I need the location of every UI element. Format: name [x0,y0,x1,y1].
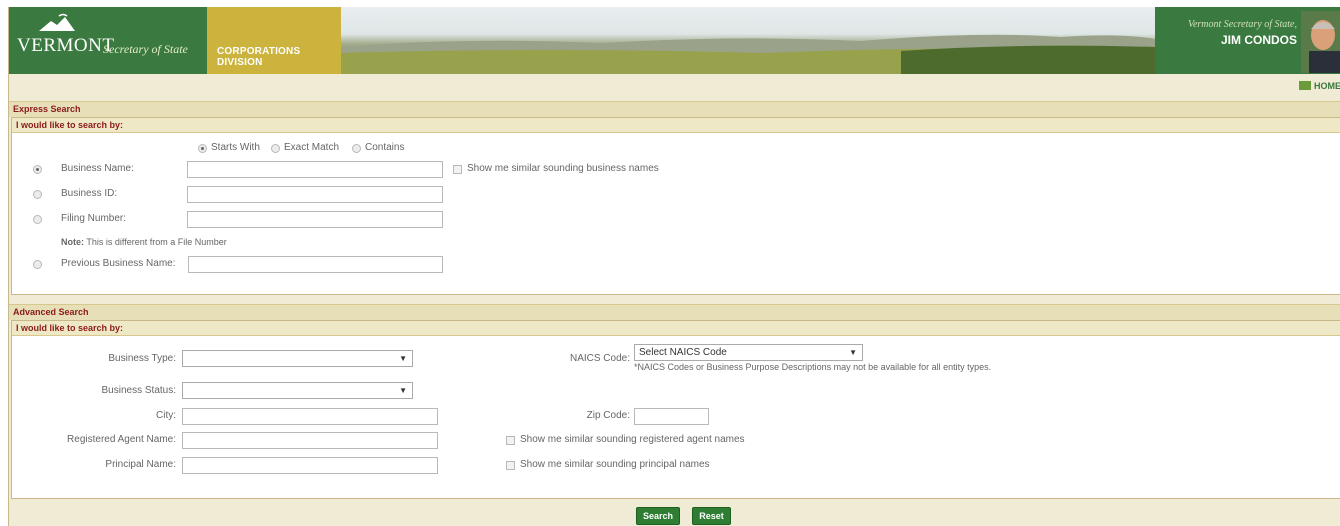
reset-button[interactable]: Reset [692,507,731,525]
similar-business-checkbox[interactable] [453,165,462,174]
naics-note: *NAICS Codes or Business Purpose Descrip… [634,362,992,372]
chevron-down-icon: ▼ [399,386,407,395]
naics-label: NAICS Code: [569,353,630,364]
official-panel: Vermont Secretary of State, JIM CONDOS [1155,7,1340,74]
similar-principal-label: Show me similar sounding principal names [520,459,710,470]
mountain-logo-icon [39,13,75,31]
business-name-radio[interactable] [33,165,42,174]
naics-select[interactable]: Select NAICS Code ▼ [634,344,863,361]
vermont-brand[interactable]: VERMONT Secretary of State [9,7,207,74]
starts-with-radio[interactable] [198,144,207,153]
express-search-title: Express Search [9,101,1340,117]
city-label: City: [156,410,176,421]
note-bold: Note: [61,237,84,247]
previous-name-radio[interactable] [33,260,42,269]
nav-bar: HOME [9,74,1340,96]
business-id-radio[interactable] [33,190,42,199]
similar-agent-label: Show me similar sounding registered agen… [520,434,745,445]
search-button[interactable]: Search [636,507,680,525]
exact-match-label: Exact Match [284,142,340,153]
advanced-search-panel: I would like to search by: Business Type… [11,320,1340,499]
business-type-select[interactable]: ▼ [182,350,413,367]
business-id-input[interactable] [187,186,443,203]
business-id-label: Business ID: [61,188,118,199]
official-role: Vermont Secretary of State, [1187,19,1297,30]
business-status-select[interactable]: ▼ [182,382,413,399]
division-label: CORPORATIONS DIVISION [217,46,301,68]
starts-with-label: Starts With [211,142,260,153]
principal-name-label: Principal Name: [105,459,176,470]
header-banner: VERMONT Secretary of State CORPORATIONS … [9,7,1340,74]
previous-name-input[interactable] [188,256,443,273]
home-icon [1299,81,1311,90]
express-subtitle: I would like to search by: [12,118,1340,133]
city-input[interactable] [182,408,438,425]
official-name: JIM CONDOS [1220,33,1297,47]
express-search-panel: I would like to search by: Starts With E… [11,117,1340,295]
note-text: This is different from a File Number [86,237,227,247]
zip-code-input[interactable] [634,408,709,425]
similar-principal-checkbox[interactable] [506,461,515,470]
business-type-label: Business Type: [108,353,176,364]
advanced-search-title: Advanced Search [9,304,1340,320]
similar-business-label: Show me similar sounding business names [467,163,659,174]
agent-name-input[interactable] [182,432,438,449]
contains-label: Contains [365,142,405,153]
division-tab[interactable]: CORPORATIONS DIVISION [207,7,341,74]
similar-agent-checkbox[interactable] [506,436,515,445]
agent-name-label: Registered Agent Name: [67,434,176,445]
principal-name-input[interactable] [182,457,438,474]
chevron-down-icon: ▼ [849,348,857,357]
exact-match-radio[interactable] [271,144,280,153]
filing-number-radio[interactable] [33,215,42,224]
page-frame: VERMONT Secretary of State CORPORATIONS … [8,7,1340,526]
zip-code-label: Zip Code: [586,410,630,421]
previous-name-label: Previous Business Name: [61,258,176,269]
business-name-input[interactable] [187,161,443,178]
advanced-subtitle: I would like to search by: [12,321,1340,336]
state-name: VERMONT [17,35,115,56]
chevron-down-icon: ▼ [399,354,407,363]
landscape-image [341,7,1155,74]
home-link[interactable]: HOME [1299,81,1340,91]
contains-radio[interactable] [352,144,361,153]
filing-note: Note: This is different from a File Numb… [61,237,227,247]
filing-number-label: Filing Number: [61,213,127,224]
filing-number-input[interactable] [187,211,443,228]
home-label: HOME [1314,81,1340,91]
business-name-label: Business Name: [61,163,134,174]
business-status-label: Business Status: [101,385,176,396]
official-photo [1301,11,1340,73]
office-name: Secretary of State [103,42,188,56]
naics-value: Select NAICS Code [639,347,727,358]
